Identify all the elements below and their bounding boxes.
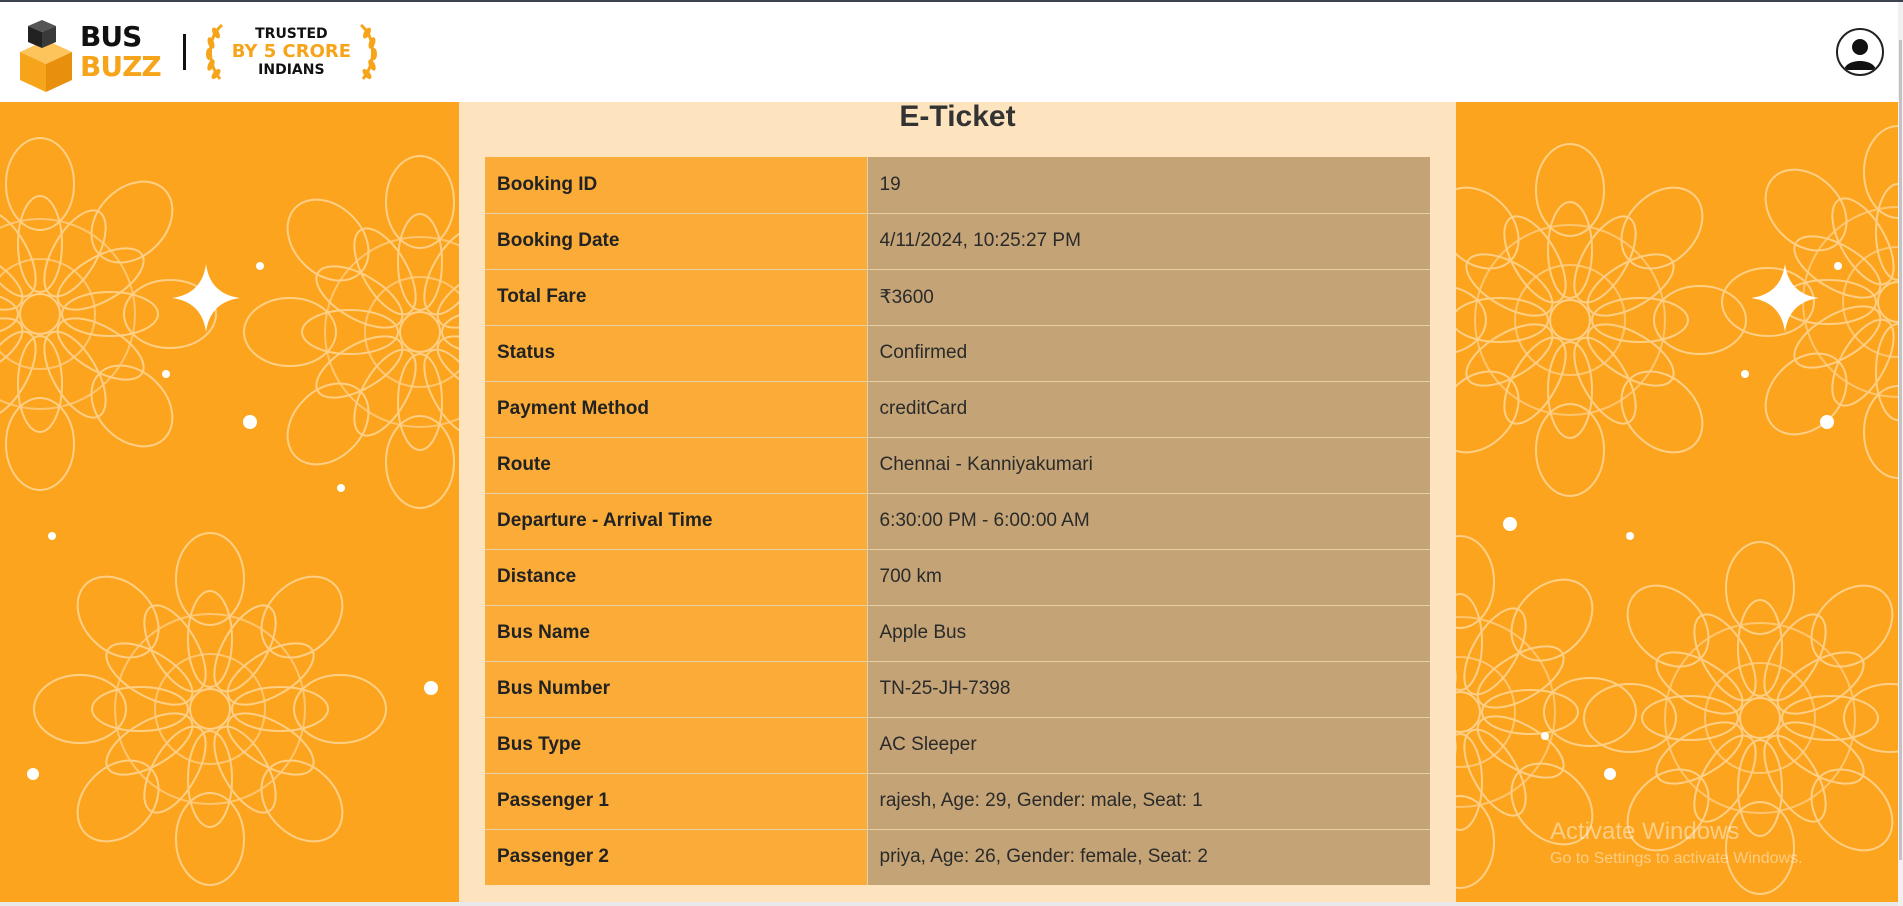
ticket-field-value: priya, Age: 26, Gender: female, Seat: 2 bbox=[866, 829, 1430, 885]
table-row: Bus Name Apple Bus bbox=[485, 605, 1430, 662]
watermark-subtitle: Go to Settings to activate Windows. bbox=[1550, 850, 1803, 867]
table-row: Booking Date 4/11/2024, 10:25:27 PM bbox=[485, 213, 1430, 270]
ticket-field-label: Status bbox=[485, 325, 867, 382]
ticket-field-label: Departure - Arrival Time bbox=[485, 493, 867, 550]
brand-divider bbox=[182, 34, 186, 70]
ticket-field-value: Apple Bus bbox=[866, 605, 1430, 662]
trust-line1: TRUSTED bbox=[255, 26, 328, 42]
window-bottom-border bbox=[0, 902, 1898, 906]
ticket-field-label: Payment Method bbox=[485, 381, 867, 438]
ticket-field-label: Total Fare bbox=[485, 269, 867, 326]
laurel-right-icon bbox=[360, 23, 378, 80]
trust-line3: INDIANS bbox=[258, 62, 325, 78]
ticket-field-label: Route bbox=[485, 437, 867, 494]
cube-logo-icon bbox=[16, 12, 76, 92]
table-row: Booking ID 19 bbox=[485, 157, 1430, 214]
brand-logo[interactable]: BUS BUZZ TRUSTED BY 5 CRORE INDIANS bbox=[16, 2, 381, 102]
user-avatar-button[interactable] bbox=[1836, 28, 1884, 76]
ticket-field-value: 700 km bbox=[866, 549, 1430, 606]
ticket-field-label: Passenger 2 bbox=[485, 829, 867, 885]
trust-badge-text: TRUSTED BY 5 CRORE INDIANS bbox=[232, 26, 351, 78]
table-row: Distance 700 km bbox=[485, 549, 1430, 606]
e-ticket-card: E-Ticket Booking ID 19 Booking Date 4/11/20… bbox=[459, 102, 1456, 904]
ticket-field-value: 4/11/2024, 10:25:27 PM bbox=[866, 213, 1430, 270]
ticket-field-value: 19 bbox=[866, 157, 1430, 214]
table-row: Payment Method creditCard bbox=[485, 381, 1430, 438]
ticket-field-value: creditCard bbox=[866, 381, 1430, 438]
table-row: Passenger 2 priya, Age: 26, Gender: femal… bbox=[485, 829, 1430, 885]
ticket-field-label: Passenger 1 bbox=[485, 773, 867, 830]
ticket-field-label: Booking ID bbox=[485, 157, 867, 214]
ticket-field-value: TN-25-JH-7398 bbox=[866, 661, 1430, 718]
ticket-field-label: Bus Name bbox=[485, 605, 867, 662]
table-row: Bus Type AC Sleeper bbox=[485, 717, 1430, 774]
brand-name-line2: BUZZ bbox=[80, 50, 162, 83]
trust-badge: TRUSTED BY 5 CRORE INDIANS bbox=[202, 21, 381, 83]
ticket-field-value: Chennai - Kanniyakumari bbox=[866, 437, 1430, 494]
ticket-field-label: Booking Date bbox=[485, 213, 867, 270]
activate-windows-watermark: Activate Windows Go to Settings to activ… bbox=[1550, 818, 1803, 868]
page-scrollbar-thumb[interactable] bbox=[1899, 40, 1902, 860]
ticket-field-label: Bus Type bbox=[485, 717, 867, 774]
top-navbar: BUS BUZZ TRUSTED BY 5 CRORE INDIANS bbox=[0, 2, 1898, 102]
table-row: Bus Number TN-25-JH-7398 bbox=[485, 661, 1430, 718]
table-row: Route Chennai - Kanniyakumari bbox=[485, 437, 1430, 494]
brand-name: BUS BUZZ bbox=[80, 20, 162, 83]
table-row: Status Confirmed bbox=[485, 325, 1430, 382]
user-avatar-icon bbox=[1838, 30, 1882, 74]
table-row: Passenger 1 rajesh, Age: 29, Gender: male… bbox=[485, 773, 1430, 830]
trust-line2: BY 5 CRORE bbox=[231, 41, 352, 62]
ticket-field-value: 6:30:00 PM - 6:00:00 AM bbox=[866, 493, 1430, 550]
ticket-field-value: Confirmed bbox=[866, 325, 1430, 382]
laurel-left-icon bbox=[205, 23, 223, 80]
ticket-field-value: rajesh, Age: 29, Gender: male, Seat: 1 bbox=[866, 773, 1430, 830]
ticket-field-value: ₹3600 bbox=[866, 269, 1430, 326]
ticket-details-table: Booking ID 19 Booking Date 4/11/2024, 10:25… bbox=[485, 157, 1430, 885]
table-row: Departure - Arrival Time 6:30:00 PM - 6:0… bbox=[485, 493, 1430, 550]
watermark-title: Activate Windows bbox=[1550, 818, 1740, 845]
brand-name-line1: BUS bbox=[80, 20, 142, 53]
ticket-title: E-Ticket bbox=[899, 102, 1016, 133]
ticket-field-label: Bus Number bbox=[485, 661, 867, 718]
ticket-field-value: AC Sleeper bbox=[866, 717, 1430, 774]
ticket-page-background: E-Ticket Booking ID 19 Booking Date 4/11/20… bbox=[0, 102, 1898, 904]
ticket-field-label: Distance bbox=[485, 549, 867, 606]
table-row: Total Fare ₹3600 bbox=[485, 269, 1430, 326]
